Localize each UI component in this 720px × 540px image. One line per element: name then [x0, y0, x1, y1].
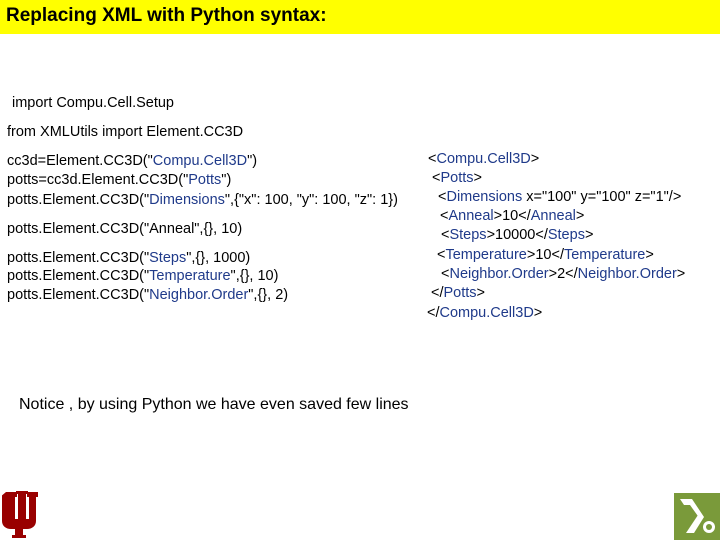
green-corner-logo-icon — [674, 493, 720, 540]
xml-line-dimensions: <Dimensions x="100" y="100" z="1"/> — [438, 189, 682, 205]
code-line-cc3d: cc3d=Element.CC3D("Compu.Cell3D") — [7, 153, 258, 169]
code-line-neighbor-order: potts.Element.CC3D("Neighbor.Order",{}, … — [7, 287, 289, 303]
xml-line-neighbor-order: <Neighbor.Order>2</Neighbor.Order> — [441, 266, 686, 282]
xml-line-temperature: <Temperature>10</Temperature> — [437, 247, 654, 263]
xml-line-compucell-open: <Compu.Cell3D> — [428, 151, 540, 167]
slide-title: Replacing XML with Python syntax: — [6, 5, 327, 26]
code-line-from: from XMLUtils import Element.CC3D — [7, 124, 244, 140]
code-line-steps: potts.Element.CC3D("Steps",{}, 1000) — [7, 250, 251, 266]
title-bar: Replacing XML with Python syntax: — [0, 0, 720, 34]
code-line-import: import Compu.Cell.Setup — [12, 95, 174, 111]
code-line-anneal: potts.Element.CC3D("Anneal",{}, 10) — [7, 221, 243, 237]
xml-line-compucell-close: </Compu.Cell3D> — [427, 305, 543, 321]
xml-line-steps: <Steps>10000</Steps> — [441, 227, 594, 243]
xml-line-anneal: <Anneal>10</Anneal> — [440, 208, 585, 224]
indiana-university-trident-logo-icon — [2, 491, 38, 538]
xml-line-potts-open: <Potts> — [432, 170, 482, 186]
xml-line-potts-close: </Potts> — [431, 285, 486, 301]
code-line-potts: potts=cc3d.Element.CC3D("Potts") — [7, 172, 232, 188]
notice-text: Notice , by using Python we have even sa… — [19, 396, 409, 413]
code-line-temperature: potts.Element.CC3D("Temperature",{}, 10) — [7, 268, 279, 284]
code-line-dimensions: potts.Element.CC3D("Dimensions",{"x": 10… — [7, 192, 398, 208]
